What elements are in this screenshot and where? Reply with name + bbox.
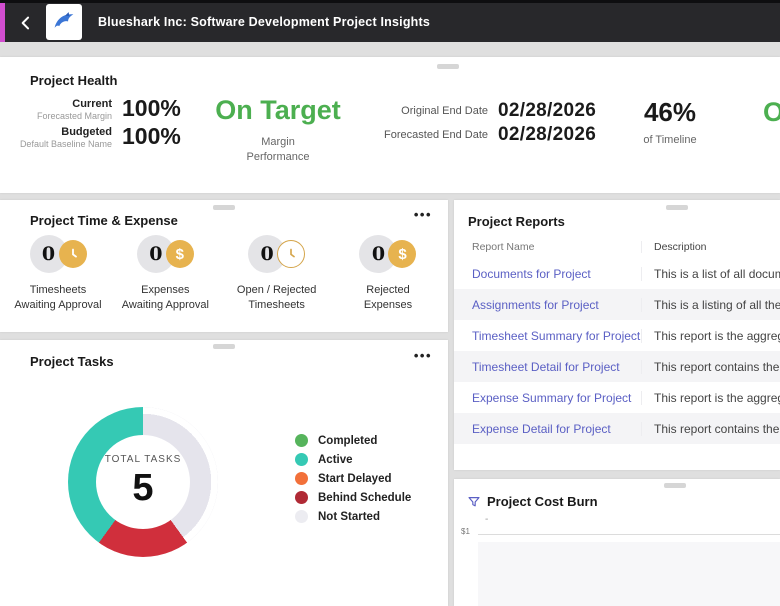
tasks-donut-chart: TOTAL TASKS 5 — [68, 407, 218, 557]
report-description: This is a list of all documents for — [654, 266, 780, 281]
timeline-caption: of Timeline — [643, 134, 697, 146]
legend-item-completed[interactable]: Completed — [295, 434, 411, 447]
reports-table: Report Name Description Documents for Pr… — [454, 236, 780, 444]
kpi-label: Open / Rejected Timesheets — [236, 284, 317, 311]
original-end-date-value: 02/28/2026 — [498, 100, 597, 121]
cost-burn-plot-area — [478, 542, 780, 606]
drag-handle[interactable] — [213, 344, 235, 349]
legend-item-not-started[interactable]: Not Started — [295, 510, 411, 523]
dollar-filled-icon: $ — [388, 240, 417, 268]
dashboard-screen: Blueshark Inc: Software Development Proj… — [0, 0, 780, 606]
project-cost-burn-panel: Project Cost Burn - $1 — [454, 479, 780, 606]
legend-dot — [295, 510, 308, 523]
app-title: Blueshark Inc: Software Development Proj… — [98, 15, 431, 29]
report-link[interactable]: Documents for Project — [454, 266, 642, 281]
table-row: Timesheet Detail for Project This report… — [454, 351, 780, 382]
panel-title: Project Health — [30, 73, 118, 88]
margin-status: On Target — [215, 95, 341, 125]
ellipsis-menu-icon[interactable]: ••• — [414, 349, 432, 362]
app-header: Blueshark Inc: Software Development Proj… — [0, 0, 780, 42]
dollar-filled-icon: $ — [165, 240, 194, 268]
forecasted-end-date-value: 02/28/2026 — [498, 124, 597, 145]
col-description: Description — [654, 241, 707, 253]
report-description: This report contains the detail bel — [654, 421, 780, 436]
kpi-rejected-expenses: 0 $ Rejected Expenses — [342, 234, 434, 313]
report-link[interactable]: Expense Detail for Project — [454, 421, 642, 436]
timeline-percent: 46% — [643, 97, 697, 127]
table-row: Assignments for Project This is a listin… — [454, 289, 780, 320]
report-link[interactable]: Timesheet Summary for Project — [454, 328, 642, 343]
total-tasks-value: 5 — [132, 467, 154, 509]
margin-status-caption: Margin Performance — [246, 136, 310, 163]
legend-dot — [295, 491, 308, 504]
total-tasks-label: TOTAL TASKS — [104, 454, 182, 465]
y-axis-tick: $1 — [461, 527, 470, 536]
report-description: This report contains the detail bel — [654, 359, 780, 374]
blueshark-logo — [46, 4, 82, 40]
kpi-label: Expenses Awaiting Approval — [121, 284, 209, 311]
clock-filled-icon — [58, 240, 87, 268]
report-link[interactable]: Assignments for Project — [454, 297, 642, 312]
chevron-left-icon — [21, 16, 30, 30]
schedule-status-clipped: O — [763, 97, 780, 127]
filter-icon[interactable] — [467, 495, 481, 509]
forecasted-end-date-label: Forecasted End Date — [384, 129, 488, 141]
col-report-name: Report Name — [454, 241, 642, 253]
legend-item-active[interactable]: Active — [295, 453, 411, 466]
table-row: Documents for Project This is a list of … — [454, 258, 780, 289]
clock-outline-icon — [277, 240, 306, 268]
budgeted-margin-value: 100% — [122, 123, 181, 149]
budgeted-margin-label: Budgeted Default Baseline Name — [19, 126, 112, 149]
kpi-timesheets-awaiting: 0 Timesheets Awaiting Approval — [8, 234, 108, 313]
dolphin-icon — [54, 12, 74, 28]
drag-handle[interactable] — [213, 205, 235, 210]
chart-subtitle: - — [485, 514, 489, 525]
report-link[interactable]: Expense Summary for Project — [454, 390, 642, 405]
project-reports-panel: Project Reports Report Name Description … — [454, 200, 780, 470]
legend-item-start-delayed[interactable]: Start Delayed — [295, 472, 411, 485]
original-end-date-label: Original End Date — [401, 105, 488, 117]
legend-dot — [295, 453, 308, 466]
project-tasks-panel: Project Tasks ••• TOTAL TASKS 5 Complete… — [0, 340, 448, 606]
reports-table-header: Report Name Description — [454, 236, 780, 258]
panel-title: Project Time & Expense — [30, 213, 178, 228]
donut-center: TOTAL TASKS 5 — [96, 435, 190, 529]
panel-title: Project Cost Burn — [487, 494, 598, 509]
drag-handle[interactable] — [664, 483, 686, 488]
tasks-legend: Completed Active Start Delayed Behind Sc… — [295, 434, 411, 529]
ellipsis-menu-icon[interactable]: ••• — [414, 208, 432, 221]
current-margin-label: Current Forecasted Margin — [36, 98, 112, 121]
drag-handle[interactable] — [437, 64, 459, 69]
report-description: This report is the aggregate of ex — [654, 390, 780, 405]
panel-title: Project Reports — [468, 214, 565, 229]
kpi-stats-row: 0 Timesheets Awaiting Approval 0 $ Expens… — [0, 234, 448, 313]
back-button[interactable] — [16, 13, 36, 33]
legend-dot — [295, 472, 308, 485]
table-row: Expense Detail for Project This report c… — [454, 413, 780, 444]
panel-title: Project Tasks — [30, 354, 114, 369]
project-time-expense-panel: Project Time & Expense ••• 0 Timesheets A… — [0, 200, 448, 332]
legend-item-behind-schedule[interactable]: Behind Schedule — [295, 491, 411, 504]
report-description: This is a listing of all the assignm — [654, 297, 780, 312]
header-accent-strip — [0, 3, 5, 42]
drag-handle[interactable] — [666, 205, 688, 210]
report-link[interactable]: Timesheet Detail for Project — [454, 359, 642, 374]
project-health-panel: Project Health Current Forecasted Margin… — [0, 57, 780, 193]
kpi-label: Rejected Expenses — [363, 284, 413, 311]
kpi-label: Timesheets Awaiting Approval — [14, 284, 102, 311]
current-margin-value: 100% — [122, 95, 181, 121]
legend-dot — [295, 434, 308, 447]
kpi-expenses-awaiting: 0 $ Expenses Awaiting Approval — [119, 234, 211, 313]
table-row: Expense Summary for Project This report … — [454, 382, 780, 413]
kpi-open-rejected-timesheets: 0 Open / Rejected Timesheets — [223, 234, 331, 313]
gridline — [478, 534, 780, 535]
report-description: This report is the aggregate of tim — [654, 328, 780, 343]
table-row: Timesheet Summary for Project This repor… — [454, 320, 780, 351]
timeline-progress: 46% of Timeline — [628, 97, 712, 146]
